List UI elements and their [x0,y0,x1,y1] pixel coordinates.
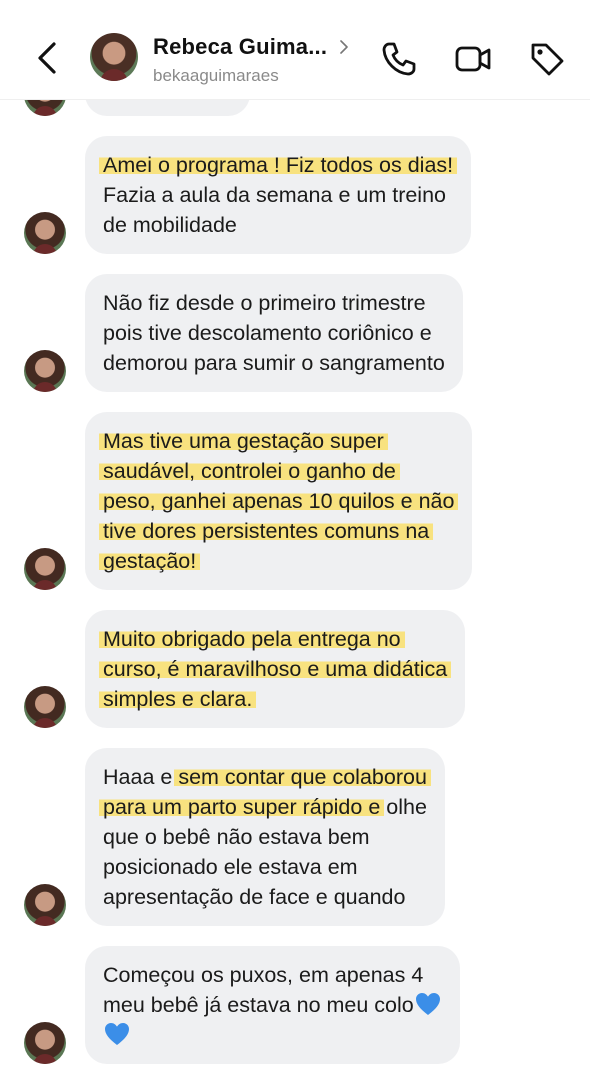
message-bubble: Muito obrigado pela entrega no curso, é m… [85,610,466,728]
message-line: saudável, controlei o ganho de [99,456,454,486]
message-bubble-partial [85,100,250,116]
video-call-icon[interactable] [454,40,492,78]
message-line: posicionado ele estava em [103,852,427,882]
message-line: simples e clara. [99,684,447,714]
message-thread[interactable]: Amei o programa ! Fiz todos os dias! Fazi… [0,100,590,1072]
message-bubble: Mas tive uma gestação super saudável, con… [85,412,473,590]
message-line: de mobilidade [103,210,453,240]
message-text: olhe [380,795,427,819]
highlighted-text: curso, é maravilhoso e uma didática [99,657,452,681]
message-line: curso, é maravilhoso e uma didática [99,654,452,684]
phone-call-icon[interactable] [380,40,418,78]
message-text: pois tive descolamento coriônico e [103,321,432,345]
highlighted-text: Amei o programa ! Fiz todos os dias! [99,153,458,177]
message-text: apresentação de face e quando [103,885,406,909]
message-line: apresentação de face e quando [103,882,427,912]
message-bubble: Haaa e sem contar que colaborou para um p… [85,748,445,926]
highlighted-text: tive dores persistentes comuns na [99,519,434,543]
sender-avatar [24,686,66,728]
sender-avatar [24,100,66,116]
message-line [103,1020,442,1050]
tag-icon[interactable] [528,40,566,78]
contact-username: bekaaguimaraes [153,66,279,85]
highlighted-text: Mas tive uma gestação super [99,429,388,453]
highlighted-text: peso, ganhei apenas 10 quilos e não [99,489,459,513]
message-line: Haaa e sem contar que colaborou [103,762,431,792]
sender-avatar [24,1022,66,1064]
highlighted-text: simples e clara. [99,687,257,711]
message-line: tive dores persistentes comuns na [99,516,454,546]
message-line: Fazia a aula da semana e um treino [103,180,453,210]
message-text: Começou os puxos, em apenas 4 [103,963,424,987]
highlighted-text: sem contar que colaborou [174,765,431,789]
message-text: meu bebê já estava no meu colo [103,993,414,1017]
message-line: Começou os puxos, em apenas 4 [103,960,442,990]
message-line: pois tive descolamento coriônico e [103,318,445,348]
message-bubble: Não fiz desde o primeiro trimestre pois t… [85,274,463,392]
blue-heart-emoji-icon [415,993,440,1015]
message-text: Não fiz desde o primeiro trimestre [103,291,426,315]
sender-avatar [24,548,66,590]
highlighted-text: saudável, controlei o ganho de [99,459,400,483]
blue-heart-emoji-icon [105,1023,129,1045]
message-text: de mobilidade [103,213,237,237]
highlighted-text: gestação! [99,549,201,573]
message-line: Amei o programa ! Fiz todos os dias! [99,150,458,180]
message-text: posicionado ele estava em [103,855,358,879]
message-text: Fazia a aula da semana e um treino [103,183,447,207]
contact-avatar[interactable] [90,33,138,81]
message-line: gestação! [99,546,454,576]
back-arrow-icon[interactable] [30,38,66,78]
sender-avatar [24,350,66,392]
message-text: demorou para sumir o sangramento [103,351,445,375]
highlighted-text: para um parto super rápido e [99,795,385,819]
message-line: demorou para sumir o sangramento [103,348,445,378]
highlighted-text: Muito obrigado pela entrega no [99,627,405,651]
chevron-right-icon [340,40,348,54]
message-text: que o bebê não estava bem [103,825,370,849]
contact-name-row[interactable]: Rebeca Guima... [153,34,349,60]
message-bubble: Amei o programa ! Fiz todos os dias! Fazi… [85,136,472,254]
message-bubble: Começou os puxos, em apenas 4 meu bebê já… [85,946,460,1064]
message-line: Não fiz desde o primeiro trimestre [103,288,445,318]
contact-name: Rebeca Guima... [153,34,328,59]
message-text: Haaa e [103,765,179,789]
message-line: para um parto super rápido e olhe [99,792,427,822]
sender-avatar [24,884,66,926]
message-line: peso, ganhei apenas 10 quilos e não [99,486,459,516]
message-line: que o bebê não estava bem [103,822,427,852]
message-line: meu bebê já estava no meu colo [103,990,442,1020]
chat-header: Rebeca Guima... bekaaguimaraes [0,0,590,100]
message-line: Mas tive uma gestação super [99,426,454,456]
sender-avatar [24,212,66,254]
message-line: Muito obrigado pela entrega no [99,624,447,654]
